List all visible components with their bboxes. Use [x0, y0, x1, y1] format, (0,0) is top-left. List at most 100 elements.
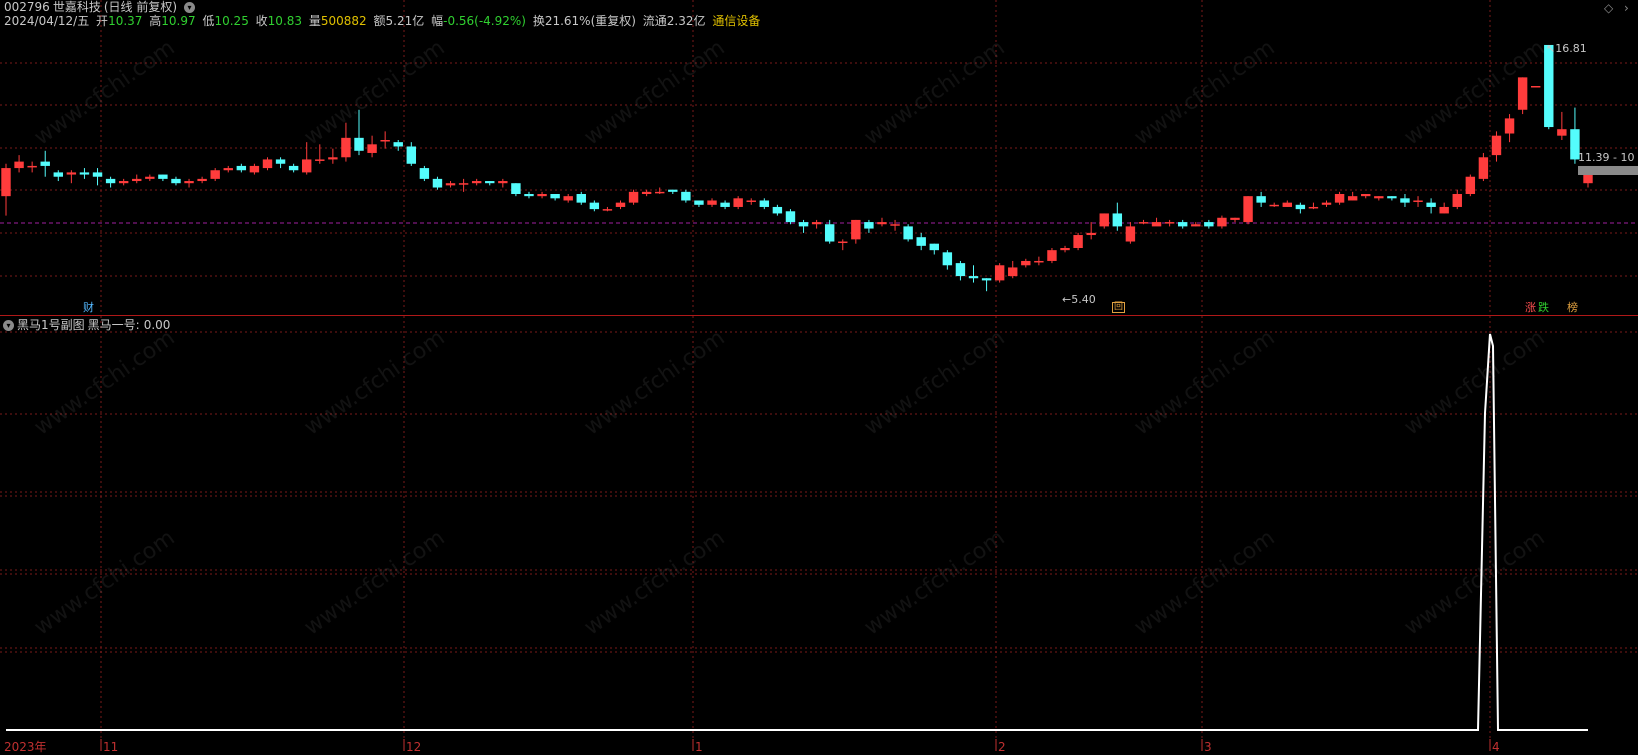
candle-body	[628, 191, 639, 203]
candle-body	[968, 276, 979, 279]
candle-body	[1204, 222, 1214, 227]
candle-body	[1099, 213, 1109, 227]
candle-body	[406, 146, 417, 164]
axis-label: 2023年	[4, 740, 47, 754]
candle-body	[1138, 222, 1149, 224]
candle-body	[1151, 222, 1162, 227]
candle-body	[393, 142, 403, 147]
candle-body	[92, 172, 103, 177]
indicator-title: 黑马1号副图	[17, 318, 85, 332]
candle-body	[1504, 118, 1515, 134]
candle-body	[864, 222, 874, 229]
candle-body	[118, 181, 129, 184]
candle-body	[275, 159, 286, 164]
candle-body	[1530, 86, 1541, 88]
candle-body	[1334, 194, 1345, 203]
candle-body	[1557, 129, 1567, 136]
candle-body	[419, 168, 430, 179]
indicator-dropdown-icon[interactable]: ▾	[3, 320, 14, 331]
axis-label: 4	[1492, 740, 1500, 754]
candle-body	[733, 198, 743, 207]
candle-body	[105, 178, 116, 184]
indicator-chart	[0, 316, 1638, 739]
candle-body	[302, 159, 312, 173]
candle-body	[851, 219, 861, 240]
rank-badge[interactable]: 榜	[1566, 301, 1579, 314]
candle-body	[1426, 202, 1436, 207]
candle-body	[184, 181, 194, 184]
financial-badge[interactable]: 财	[82, 301, 95, 314]
candle-body	[40, 161, 50, 166]
candle-body	[903, 226, 913, 240]
candle-body	[367, 144, 377, 153]
candle-body	[550, 194, 560, 199]
candle-body	[877, 222, 887, 225]
candle-body	[524, 194, 534, 197]
candle-body	[668, 189, 678, 192]
time-axis: 2023年 11 12 1 2 3 4	[0, 739, 1638, 755]
candle-body	[66, 172, 77, 175]
candle-body	[1517, 77, 1528, 110]
candle-body	[1060, 248, 1070, 251]
replay-badge[interactable]: 回	[1112, 302, 1126, 313]
candle-body	[1544, 44, 1554, 128]
fall-badge[interactable]: 跌	[1537, 301, 1550, 314]
candle-body	[498, 181, 508, 184]
axis-label: 2	[998, 740, 1006, 754]
candle-body	[445, 183, 456, 186]
candle-body	[1073, 235, 1083, 248]
candle-body	[1347, 196, 1358, 201]
candle-body	[1047, 250, 1057, 261]
candle-body	[236, 165, 247, 171]
candle-body	[955, 263, 966, 277]
indicator-title-line: ▾ 黑马1号副图 黑马一号: 0.00	[3, 318, 173, 332]
rise-badge[interactable]: 涨	[1524, 301, 1537, 314]
candle-body	[1177, 222, 1188, 227]
max-price-label: ↖16.81	[1546, 42, 1587, 55]
candle-body	[916, 237, 926, 246]
min-price-label: ←5.40	[1062, 293, 1096, 306]
candle-body	[759, 200, 770, 207]
candle-body	[1230, 217, 1240, 220]
candle-body	[341, 137, 351, 158]
candle-body	[563, 196, 573, 201]
candle-body	[14, 161, 24, 169]
current-price-bar	[1578, 166, 1638, 175]
candle-body	[197, 178, 207, 182]
candle-body	[798, 222, 809, 227]
candle-body	[249, 165, 260, 173]
candle-body	[380, 140, 390, 142]
candle-body	[1374, 196, 1384, 199]
candle-body	[1387, 196, 1397, 199]
candle-body	[1008, 267, 1018, 277]
candle-body	[929, 243, 939, 251]
candle-body	[824, 224, 835, 242]
axis-label: 1	[695, 740, 703, 754]
candle-body	[79, 172, 90, 175]
candlestick-chart-panel[interactable]	[0, 0, 1638, 315]
indicator-chart-panel[interactable]	[0, 316, 1638, 739]
candle-body	[576, 194, 586, 203]
candle-body	[838, 241, 848, 244]
candle-body	[1583, 174, 1593, 184]
indicator-line	[6, 333, 1588, 731]
candle-body	[1308, 206, 1319, 209]
candle-body	[210, 170, 220, 179]
candle-body	[602, 209, 613, 211]
candle-body	[785, 211, 796, 223]
candle-body	[994, 265, 1005, 281]
candle-body	[1256, 196, 1266, 203]
candle-body	[1452, 194, 1462, 207]
candle-body	[589, 202, 600, 210]
candle-body	[1295, 204, 1306, 210]
candle-body	[707, 200, 717, 205]
candle-body	[720, 202, 730, 207]
candle-body	[1413, 200, 1423, 202]
candle-body	[288, 165, 299, 171]
candle-body	[537, 194, 547, 197]
time-axis-ticks: 2023年 11 12 1 2 3 4	[4, 739, 1500, 754]
candle-body	[1491, 135, 1502, 156]
candle-body	[1321, 202, 1332, 205]
candle-body	[485, 181, 495, 184]
candle-body	[1269, 204, 1279, 207]
